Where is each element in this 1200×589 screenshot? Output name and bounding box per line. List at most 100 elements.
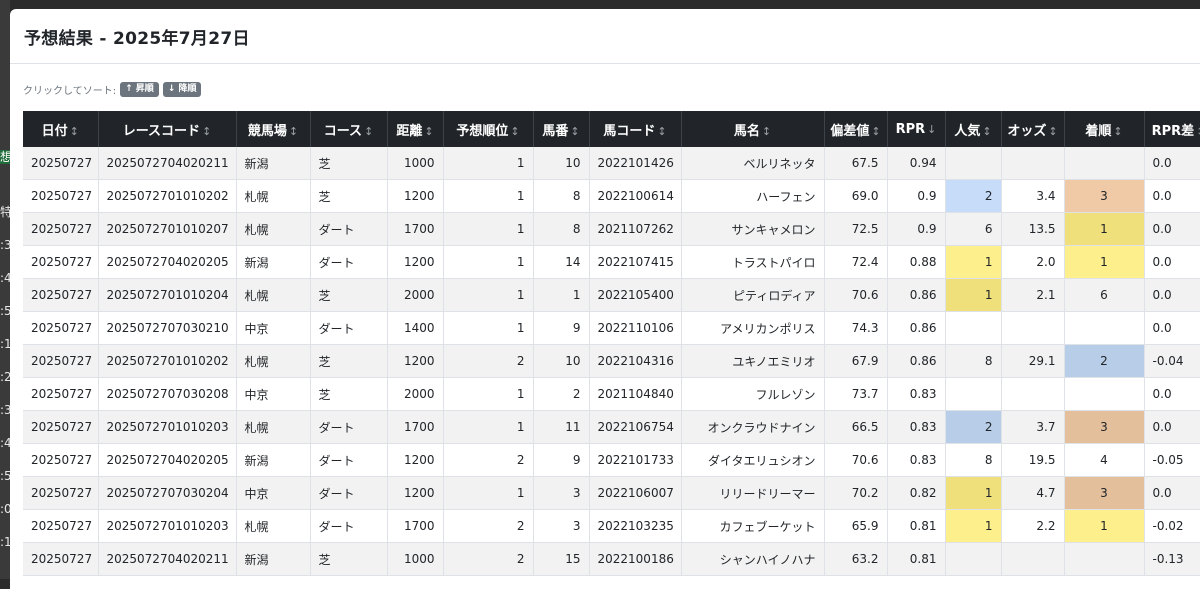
table-row: 20250727 2025072704020205 新潟 ダート 1200 2 9 20221… xyxy=(23,443,1200,477)
cell-date: 20250727 xyxy=(23,245,99,279)
cell-popularity: 2 xyxy=(945,179,1002,213)
cell-horse-number: 10 xyxy=(533,344,590,378)
cell-race-code: 2025072704020211 xyxy=(98,542,237,576)
column-header-popularity[interactable]: 人気 ↕ xyxy=(945,111,1002,147)
column-header-date[interactable]: 日付 ↕ xyxy=(23,111,99,147)
cell-predicted-rank: 2 xyxy=(443,443,534,477)
cell-racecourse: 札幌 xyxy=(236,344,311,378)
cell-horse-number: 2 xyxy=(533,377,590,411)
cell-distance: 1200 xyxy=(387,476,444,510)
cell-deviation-score: 70.2 xyxy=(824,476,888,510)
column-header-deviation-score[interactable]: 偏差値 ↕ xyxy=(824,111,888,147)
sort-arrows-icon: ↕ xyxy=(570,124,580,138)
cell-deviation-score: 65.9 xyxy=(824,509,888,543)
cell-finish: 3 xyxy=(1064,179,1145,213)
sort-ascending-button[interactable]: ↑ 昇順 xyxy=(120,82,159,97)
cell-racecourse: 新潟 xyxy=(236,443,311,477)
column-header-label: オッズ xyxy=(1007,123,1047,139)
column-header-rpr-diff[interactable]: RPR差↕ xyxy=(1144,111,1200,147)
cell-course: 芝 xyxy=(310,344,388,378)
cell-date: 20250727 xyxy=(23,443,99,477)
cell-rpr: 0.86 xyxy=(887,344,946,378)
cell-odds: 2.2 xyxy=(1001,509,1065,543)
table-row: 20250727 2025072704020211 新潟芝 1000 1 10 202210… xyxy=(23,147,1200,180)
cell-rpr: 0.81 xyxy=(887,542,946,576)
background-glyph: 特 xyxy=(0,205,10,219)
cell-horse-number: 9 xyxy=(533,443,590,477)
column-header-course[interactable]: コース ↕ xyxy=(310,111,388,147)
sort-arrows-icon: ↕ xyxy=(657,124,667,138)
sort-descending-button[interactable]: ↓ 降順 xyxy=(162,82,202,97)
cell-distance: 1000 xyxy=(387,542,444,576)
cell-horse-code: 2022103235 xyxy=(589,509,682,543)
table-row: 20250727 2025072704020211 新潟芝 1000 2 15 202210… xyxy=(23,542,1200,576)
column-header-horse-name[interactable]: 馬名 ↕ xyxy=(681,111,825,147)
cell-deviation-score: 69.0 xyxy=(824,179,888,213)
cell-odds xyxy=(1001,542,1065,576)
cell-rpr-diff: -0.04 xyxy=(1144,344,1200,378)
cell-horse-code: 2022101426 xyxy=(589,147,682,180)
cell-deviation-score: 66.5 xyxy=(824,410,888,444)
column-header-odds[interactable]: オッズ ↕ xyxy=(1001,111,1065,147)
cell-horse-name: ユキノエミリオ xyxy=(681,344,825,378)
cell-finish: 6 xyxy=(1064,278,1145,312)
cell-finish: 4 xyxy=(1064,443,1145,477)
cell-rpr: 0.81 xyxy=(887,509,946,543)
cell-predicted-rank: 1 xyxy=(443,476,534,510)
column-header-horse-number[interactable]: 馬番 ↕ xyxy=(533,111,590,147)
column-header-label: 着順 xyxy=(1085,123,1112,139)
column-header-label: 競馬場 xyxy=(247,123,287,139)
cell-distance: 1000 xyxy=(387,147,444,180)
column-header-horse-code[interactable]: 馬コード ↕ xyxy=(589,111,682,147)
cell-popularity: 2 xyxy=(945,410,1002,444)
column-header-predicted-rank[interactable]: 予想順位 ↕ xyxy=(443,111,534,147)
cell-horse-name: フルレゾン xyxy=(681,377,825,411)
column-header-rpr[interactable]: RPR ↓ xyxy=(887,111,946,147)
cell-finish: 3 xyxy=(1064,476,1145,510)
sort-arrows-icon: ↕ xyxy=(1196,125,1200,138)
cell-distance: 1200 xyxy=(387,179,444,213)
cell-racecourse: 札幌 xyxy=(236,179,311,213)
column-header-distance[interactable]: 距離 ↕ xyxy=(387,111,444,147)
cell-predicted-rank: 1 xyxy=(443,212,534,246)
cell-predicted-rank: 1 xyxy=(443,410,534,444)
column-header-racecourse[interactable]: 競馬場 ↕ xyxy=(236,111,311,147)
prediction-results-modal: 予想結果 - 2025年7月27日 クリックしてソート: ↑ 昇順 ↓ 降順 日… xyxy=(10,9,1200,589)
table-row: 20250727 2025072701010202 札幌芝 1200 1 8 2022100… xyxy=(23,179,1200,213)
cell-horse-code: 2022106754 xyxy=(589,410,682,444)
cell-course: ダート xyxy=(310,410,388,444)
cell-date: 20250727 xyxy=(23,278,99,312)
column-header-finish[interactable]: 着順 ↕ xyxy=(1064,111,1145,147)
cell-finish xyxy=(1064,311,1145,345)
column-header-race-code[interactable]: レースコード ↕ xyxy=(98,111,237,147)
cell-date: 20250727 xyxy=(23,377,99,411)
cell-rpr: 0.88 xyxy=(887,245,946,279)
cell-racecourse: 中京 xyxy=(236,377,311,411)
cell-rpr-diff: 0.0 xyxy=(1144,410,1200,444)
cell-horse-name: オンクラウドナイン xyxy=(681,410,825,444)
cell-course: 芝 xyxy=(310,542,388,576)
cell-course: ダート xyxy=(310,245,388,279)
cell-horse-name: ピティロディア xyxy=(681,278,825,312)
cell-odds: 19.5 xyxy=(1001,443,1065,477)
cell-horse-number: 3 xyxy=(533,476,590,510)
cell-distance: 2000 xyxy=(387,377,444,411)
cell-course: ダート xyxy=(310,509,388,543)
cell-race-code: 2025072701010204 xyxy=(98,278,237,312)
sort-hint-text: クリックしてソート: xyxy=(23,86,117,97)
cell-rpr: 0.82 xyxy=(887,476,946,510)
cell-popularity xyxy=(945,147,1002,180)
table-row: 20250727 2025072701010204 札幌芝 2000 1 1 2022105… xyxy=(23,278,1200,312)
cell-horse-number: 14 xyxy=(533,245,590,279)
table-body: 20250727 2025072704020211 新潟芝 1000 1 10 202210… xyxy=(23,147,1200,576)
sort-arrows-icon: ↕ xyxy=(69,124,79,138)
cell-odds xyxy=(1001,377,1065,411)
modal-title: 予想結果 - 2025年7月27日 xyxy=(24,28,250,49)
cell-racecourse: 中京 xyxy=(236,476,311,510)
cell-racecourse: 新潟 xyxy=(236,147,311,180)
cell-rpr-diff: 0.0 xyxy=(1144,476,1200,510)
sort-arrows-icon: ↕ xyxy=(871,124,881,138)
cell-course: ダート xyxy=(310,443,388,477)
cell-popularity xyxy=(945,377,1002,411)
cell-rpr: 0.83 xyxy=(887,410,946,444)
